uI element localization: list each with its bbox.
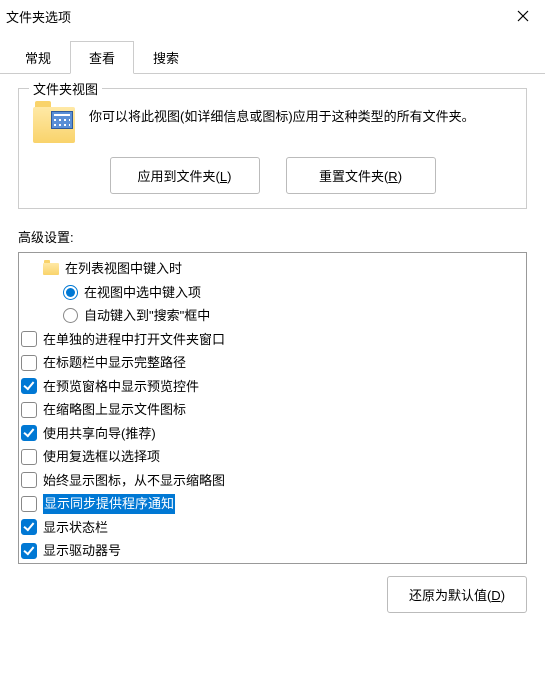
list-item-label: 自动键入到"搜索"框中 bbox=[84, 306, 210, 326]
checkbox[interactable] bbox=[21, 402, 37, 418]
list-item[interactable]: 显示状态栏 bbox=[21, 516, 524, 540]
checkbox[interactable] bbox=[21, 425, 37, 441]
checkbox[interactable] bbox=[21, 472, 37, 488]
list-item[interactable]: 在视图中选中键入项 bbox=[21, 281, 524, 305]
list-item-label: 在缩略图上显示文件图标 bbox=[43, 400, 186, 420]
list-item-label: 在预览窗格中显示预览控件 bbox=[43, 377, 199, 397]
restore-defaults-button[interactable]: 还原为默认值(D) bbox=[387, 576, 527, 613]
list-item-label: 显示同步提供程序通知 bbox=[43, 494, 175, 514]
list-item-label: 在标题栏中显示完整路径 bbox=[43, 353, 186, 373]
tab-general[interactable]: 常规 bbox=[6, 41, 70, 74]
tab-search[interactable]: 搜索 bbox=[134, 41, 198, 74]
list-item-label: 在单独的进程中打开文件夹窗口 bbox=[43, 330, 225, 350]
list-item[interactable]: 使用共享向导(推荐) bbox=[21, 422, 524, 446]
apply-to-folders-button[interactable]: 应用到文件夹(L) bbox=[110, 157, 260, 194]
window-title: 文件夹选项 bbox=[6, 7, 71, 26]
checkbox[interactable] bbox=[21, 496, 37, 512]
list-item[interactable]: 在缩略图上显示文件图标 bbox=[21, 398, 524, 422]
list-item-label: 在视图中选中键入项 bbox=[84, 283, 201, 303]
advanced-settings-label: 高级设置: bbox=[18, 227, 527, 246]
list-item[interactable]: 自动键入到"搜索"框中 bbox=[21, 304, 524, 328]
list-item-label: 使用共享向导(推荐) bbox=[43, 424, 156, 444]
tab-bar: 常规 查看 搜索 bbox=[0, 32, 545, 74]
list-item[interactable]: 在标题栏中显示完整路径 bbox=[21, 351, 524, 375]
radio[interactable] bbox=[63, 308, 78, 323]
checkbox[interactable] bbox=[21, 378, 37, 394]
list-item-label: 显示状态栏 bbox=[43, 518, 108, 538]
folder-icon bbox=[43, 263, 59, 275]
list-item-label: 始终显示图标，从不显示缩略图 bbox=[43, 471, 225, 491]
reset-folders-button[interactable]: 重置文件夹(R) bbox=[286, 157, 436, 194]
list-item[interactable]: 显示同步提供程序通知 bbox=[21, 492, 524, 516]
checkbox[interactable] bbox=[21, 331, 37, 347]
close-icon[interactable] bbox=[511, 4, 535, 28]
list-item-label: 显示驱动器号 bbox=[43, 541, 121, 561]
list-item[interactable]: 始终显示图标，从不显示缩略图 bbox=[21, 469, 524, 493]
list-item-label: 在列表视图中键入时 bbox=[65, 259, 182, 279]
folder-view-legend: 文件夹视图 bbox=[29, 79, 102, 98]
folder-icon bbox=[33, 107, 75, 143]
checkbox[interactable] bbox=[21, 355, 37, 371]
list-item[interactable]: 减少项目之间的空间(紧凑视图) bbox=[21, 563, 524, 565]
list-item[interactable]: 在单独的进程中打开文件夹窗口 bbox=[21, 328, 524, 352]
tab-view[interactable]: 查看 bbox=[70, 41, 134, 74]
list-item[interactable]: 显示驱动器号 bbox=[21, 539, 524, 563]
checkbox[interactable] bbox=[21, 543, 37, 559]
list-item-label: 使用复选框以选择项 bbox=[43, 447, 160, 467]
list-item[interactable]: 使用复选框以选择项 bbox=[21, 445, 524, 469]
advanced-settings-list[interactable]: 在列表视图中键入时在视图中选中键入项自动键入到"搜索"框中在单独的进程中打开文件… bbox=[18, 252, 527, 564]
checkbox[interactable] bbox=[21, 519, 37, 535]
checkbox[interactable] bbox=[21, 449, 37, 465]
folder-view-desc: 你可以将此视图(如详细信息或图标)应用于这种类型的所有文件夹。 bbox=[89, 107, 512, 127]
list-item[interactable]: 在列表视图中键入时 bbox=[21, 257, 524, 281]
list-item[interactable]: 在预览窗格中显示预览控件 bbox=[21, 375, 524, 399]
radio[interactable] bbox=[63, 285, 78, 300]
folder-view-group: 文件夹视图 你可以将此视图(如详细信息或图标)应用于这种类型的所有文件夹。 应用… bbox=[18, 88, 527, 209]
